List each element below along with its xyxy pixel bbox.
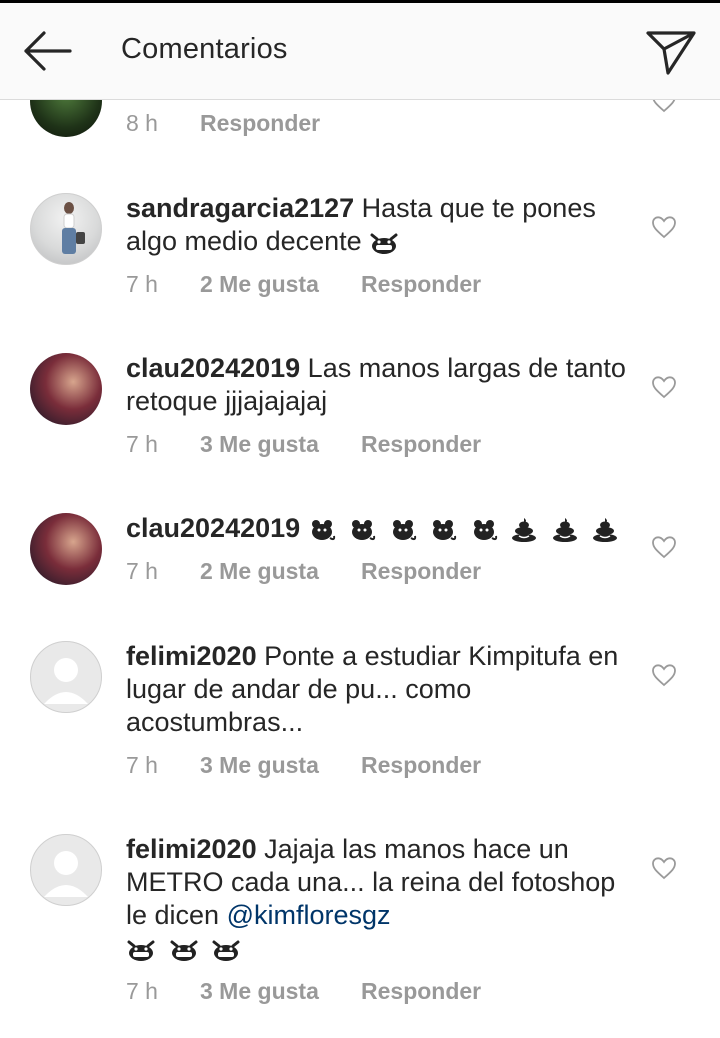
reply-button[interactable]: Responder — [361, 431, 481, 458]
reply-button[interactable]: Responder — [361, 752, 481, 779]
likes-count-button[interactable]: 3 Me gusta — [200, 752, 361, 779]
comment-meta: 7 h 3 Me gusta Responder — [126, 978, 481, 1005]
comments-list[interactable]: 8 h Responder sandragarcia2127 Hasta que … — [0, 0, 720, 1038]
comment-time: 8 h — [126, 110, 158, 136]
likes-count-button[interactable]: 3 Me gusta — [200, 978, 361, 1005]
comment-text: sandragarcia2127 Hasta que te pones algo… — [126, 192, 626, 258]
comment-meta: 8 h Responder — [126, 110, 320, 137]
comment-text: felimi2020 Jajaja las manos hace un METR… — [126, 833, 626, 965]
comment-time: 7 h — [126, 978, 158, 1004]
default-user-icon — [44, 851, 88, 897]
mention-link[interactable]: @kimfloresgz — [227, 900, 391, 930]
like-heart-icon[interactable] — [651, 663, 677, 687]
comment-username[interactable]: felimi2020 — [126, 834, 257, 864]
comment-meta: 7 h 3 Me gusta Responder — [126, 752, 481, 779]
like-heart-icon[interactable] — [651, 856, 677, 880]
like-heart-icon[interactable] — [651, 535, 677, 559]
avatar[interactable] — [30, 193, 102, 265]
send-direct-icon[interactable] — [644, 27, 698, 77]
likes-count-button[interactable]: 3 Me gusta — [200, 431, 361, 458]
comment-username[interactable]: felimi2020 — [126, 641, 257, 671]
rat-emoji-icon — [392, 519, 416, 540]
comment-time: 7 h — [126, 271, 158, 297]
reply-button[interactable]: Responder — [361, 558, 481, 585]
comment-username[interactable]: sandragarcia2127 — [126, 193, 354, 223]
smiling-imp-emoji-icon — [370, 233, 398, 254]
avatar-default[interactable] — [30, 641, 102, 713]
default-user-icon — [44, 658, 88, 704]
comment-time: 7 h — [126, 558, 158, 584]
poop-emoji-icon — [552, 517, 577, 542]
avatar[interactable] — [30, 513, 102, 585]
smiling-imp-emoji-icon — [170, 940, 198, 961]
avatar[interactable] — [30, 353, 102, 425]
comment-text: clau20242019 — [126, 512, 626, 545]
comment-username[interactable]: clau20242019 — [126, 353, 300, 383]
comment-meta: 7 h 2 Me gusta Responder — [126, 558, 481, 585]
likes-count-button[interactable]: 2 Me gusta — [200, 558, 361, 585]
comment-username[interactable]: clau20242019 — [126, 513, 300, 543]
avatar-default[interactable] — [30, 834, 102, 906]
back-arrow-icon[interactable] — [20, 28, 74, 74]
reply-button[interactable]: Responder — [361, 978, 481, 1005]
comment-meta: 7 h 2 Me gusta Responder — [126, 271, 481, 298]
like-heart-icon[interactable] — [651, 215, 677, 239]
page-title: Comentarios — [121, 33, 288, 65]
rat-emoji-icon — [352, 519, 376, 540]
comment-text: felimi2020 Ponte a estudiar Kimpitufa en… — [126, 640, 626, 739]
poop-emoji-icon — [593, 517, 618, 542]
emoji-group — [126, 933, 246, 963]
smiling-imp-emoji-icon — [127, 940, 155, 961]
smiling-imp-emoji-icon — [212, 940, 240, 961]
rat-emoji-icon — [433, 519, 457, 540]
rat-emoji-icon — [311, 519, 335, 540]
reply-button[interactable]: Responder — [361, 271, 481, 298]
comment-time: 7 h — [126, 752, 158, 778]
comment-text: clau20242019 Las manos largas de tanto r… — [126, 352, 626, 418]
poop-emoji-icon — [512, 517, 537, 542]
comment-time: 7 h — [126, 431, 158, 457]
likes-count-button[interactable]: 2 Me gusta — [200, 271, 361, 298]
emoji-group — [308, 513, 625, 543]
avatar-photo-icon — [62, 202, 85, 254]
like-heart-icon[interactable] — [651, 375, 677, 399]
reply-button[interactable]: Responder — [200, 110, 320, 137]
rat-emoji-icon — [473, 519, 497, 540]
comment-meta: 7 h 3 Me gusta Responder — [126, 431, 481, 458]
app-header: Comentarios — [0, 3, 720, 100]
